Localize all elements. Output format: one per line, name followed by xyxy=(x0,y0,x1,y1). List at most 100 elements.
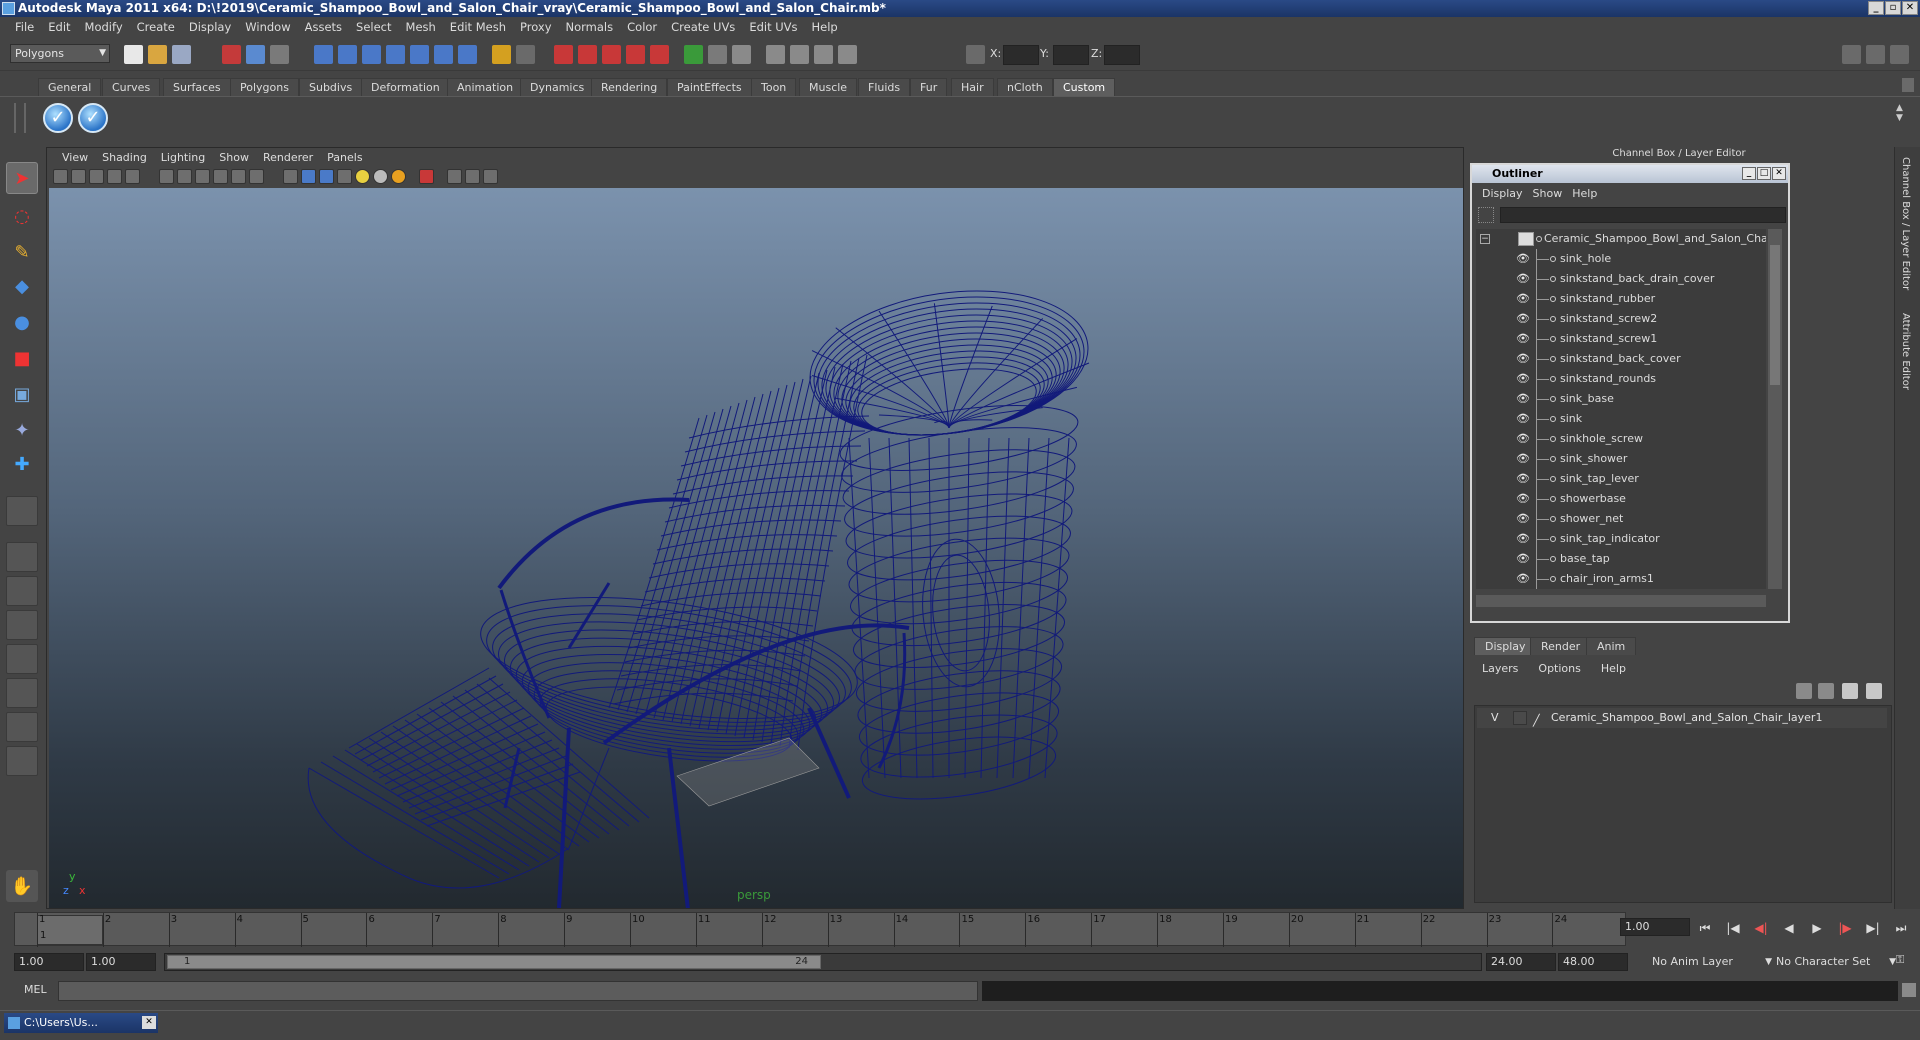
grid-toggle-icon[interactable] xyxy=(125,169,140,184)
tab-fur[interactable]: Fur xyxy=(910,78,948,96)
camera-attr-icon[interactable] xyxy=(71,169,86,184)
outliner-item-row[interactable]: 👁 sink_base xyxy=(1476,389,1766,409)
safe-action-icon[interactable] xyxy=(231,169,246,184)
current-frame-field[interactable]: 1.00 xyxy=(1620,918,1690,936)
film-gate-icon[interactable] xyxy=(159,169,174,184)
outliner-minimize-button[interactable]: _ xyxy=(1742,167,1756,180)
select-icon[interactable] xyxy=(732,45,751,64)
menu-create-uvs[interactable]: Create UVs xyxy=(664,20,742,34)
new-layer-selected-icon[interactable] xyxy=(1866,683,1882,699)
outliner-item-row[interactable]: 👁 sink xyxy=(1476,409,1766,429)
open-scene-icon[interactable] xyxy=(148,45,167,64)
outliner-menu-display[interactable]: Display xyxy=(1480,187,1531,200)
menu-assets[interactable]: Assets xyxy=(298,20,349,34)
animation-end-field[interactable]: 48.00 xyxy=(1558,953,1628,971)
outliner-item-row[interactable]: 👁 sinkstand_rubber xyxy=(1476,289,1766,309)
check-icon[interactable]: ✓ xyxy=(43,103,73,133)
minimize-button[interactable]: _ xyxy=(1868,1,1884,15)
attribute-editor-icon[interactable] xyxy=(814,45,833,64)
layer-row[interactable]: V ╱ Ceramic_Shampoo_Bowl_and_Salon_Chair… xyxy=(1477,708,1887,728)
layer-menu-layers[interactable]: Layers xyxy=(1476,662,1532,675)
layout-outliner-icon[interactable] xyxy=(6,610,38,640)
vp-menu-view[interactable]: View xyxy=(55,151,95,164)
menu-file[interactable]: File xyxy=(8,20,41,34)
outliner-item-row[interactable]: 👁 sinkstand_back_cover xyxy=(1476,349,1766,369)
layout-extra-icon[interactable] xyxy=(6,746,38,776)
outliner-close-button[interactable]: ✕ xyxy=(1772,167,1786,180)
snap-curve-icon[interactable] xyxy=(338,45,357,64)
shelf-options-icon[interactable] xyxy=(1902,78,1914,92)
channel-toggle-icon[interactable] xyxy=(1890,45,1909,64)
menu-help[interactable]: Help xyxy=(805,20,845,34)
menu-normals[interactable]: Normals xyxy=(559,20,621,34)
go-to-start-icon[interactable]: ⏮ xyxy=(1696,919,1714,937)
x-field[interactable] xyxy=(1003,45,1039,65)
isolate-select-icon[interactable] xyxy=(419,169,434,184)
tab-fluids[interactable]: Fluids xyxy=(858,78,911,96)
outliner-item-row[interactable]: 👁 shower_net xyxy=(1476,509,1766,529)
menu-modify[interactable]: Modify xyxy=(78,20,130,34)
viewport-3d-canvas[interactable]: y x z persp xyxy=(49,188,1463,908)
bookmark-icon[interactable] xyxy=(89,169,104,184)
smooth-shade-icon[interactable] xyxy=(301,169,316,184)
hud-icon[interactable] xyxy=(483,169,498,184)
tab-surfaces[interactable]: Surfaces xyxy=(163,78,231,96)
step-back-key-icon[interactable]: |◀ xyxy=(1724,919,1742,937)
menu-edit-uvs[interactable]: Edit UVs xyxy=(742,20,804,34)
side-tab-channel-box[interactable]: Channel Box / Layer Editor xyxy=(1900,157,1911,290)
shadows-icon[interactable] xyxy=(391,169,406,184)
outliner-item-row[interactable]: 👁 sinkstand_rounds xyxy=(1476,369,1766,389)
menu-edit-mesh[interactable]: Edit Mesh xyxy=(443,20,513,34)
tab-subdivs[interactable]: Subdivs xyxy=(299,78,363,96)
layout-graph-icon[interactable] xyxy=(6,644,38,674)
vp-menu-lighting[interactable]: Lighting xyxy=(154,151,212,164)
outliner-item-row[interactable]: 👁 sinkstand_screw1 xyxy=(1476,329,1766,349)
tab-custom[interactable]: Custom xyxy=(1053,78,1116,96)
menu-window[interactable]: Window xyxy=(238,20,297,34)
soft-mod-tool-icon[interactable]: ✦ xyxy=(6,414,38,446)
collapse-icon[interactable]: − xyxy=(1480,234,1490,244)
time-ruler[interactable]: 1 1 2 3 4 5 6 7 8 9 10 11 12 13 14 15 16 17 18 19 20 21 22 23 2… xyxy=(14,912,1626,947)
mel-input[interactable] xyxy=(58,981,978,1001)
minimized-script-window[interactable]: C:\Users\Us... ✕ xyxy=(4,1013,158,1033)
tab-toon[interactable]: Toon xyxy=(751,78,797,96)
select-by-component-icon[interactable] xyxy=(270,45,289,64)
tab-polygons[interactable]: Polygons xyxy=(230,78,299,96)
render-settings-icon[interactable] xyxy=(602,45,621,64)
menu-set-selector[interactable]: Polygons ▼ xyxy=(10,44,110,63)
help-icon[interactable] xyxy=(458,45,477,64)
outliner-toggle-icon[interactable] xyxy=(1866,45,1885,64)
history-icon[interactable] xyxy=(492,45,511,64)
gate-mask-icon[interactable] xyxy=(195,169,210,184)
layout-icon[interactable] xyxy=(1842,45,1861,64)
select-tool-icon[interactable]: ➤ xyxy=(6,162,38,194)
outliner-item-row[interactable]: 👁 sinkhole_screw xyxy=(1476,429,1766,449)
last-tool-icon[interactable] xyxy=(6,496,38,526)
render-current-frame-icon[interactable] xyxy=(554,45,573,64)
lasso-tool-icon[interactable]: ◌ xyxy=(6,200,38,232)
snap-grid-icon[interactable] xyxy=(314,45,333,64)
xray-icon[interactable] xyxy=(447,169,462,184)
rotate-tool-icon[interactable]: ● xyxy=(6,306,38,338)
camera-select-icon[interactable] xyxy=(53,169,68,184)
tab-curves[interactable]: Curves xyxy=(102,78,161,96)
layout-hypershade-icon[interactable] xyxy=(6,678,38,708)
menu-proxy[interactable]: Proxy xyxy=(513,20,559,34)
vp-menu-shading[interactable]: Shading xyxy=(95,151,154,164)
channel-box-icon[interactable] xyxy=(838,45,857,64)
new-scene-icon[interactable] xyxy=(124,45,143,64)
tab-rendering[interactable]: Rendering xyxy=(591,78,668,96)
snap-plane-icon[interactable] xyxy=(386,45,405,64)
outliner-item-row[interactable]: 👁 base_tap xyxy=(1476,549,1766,569)
step-forward-key-icon[interactable]: ▶| xyxy=(1864,919,1882,937)
range-slider[interactable]: 1 24 xyxy=(164,953,1482,971)
layer-menu-options[interactable]: Options xyxy=(1532,662,1594,675)
layer-visibility-toggle[interactable]: V xyxy=(1491,708,1499,728)
outliner-item-row[interactable]: 👁 sink_tap_lever xyxy=(1476,469,1766,489)
filter-icon[interactable] xyxy=(1478,207,1494,223)
layer-type-toggle[interactable] xyxy=(1513,711,1527,725)
all-lights-icon[interactable] xyxy=(373,169,388,184)
tab-animation[interactable]: Animation xyxy=(447,78,524,96)
tab-deformation[interactable]: Deformation xyxy=(361,78,450,96)
outliner-menu-help[interactable]: Help xyxy=(1570,187,1605,200)
